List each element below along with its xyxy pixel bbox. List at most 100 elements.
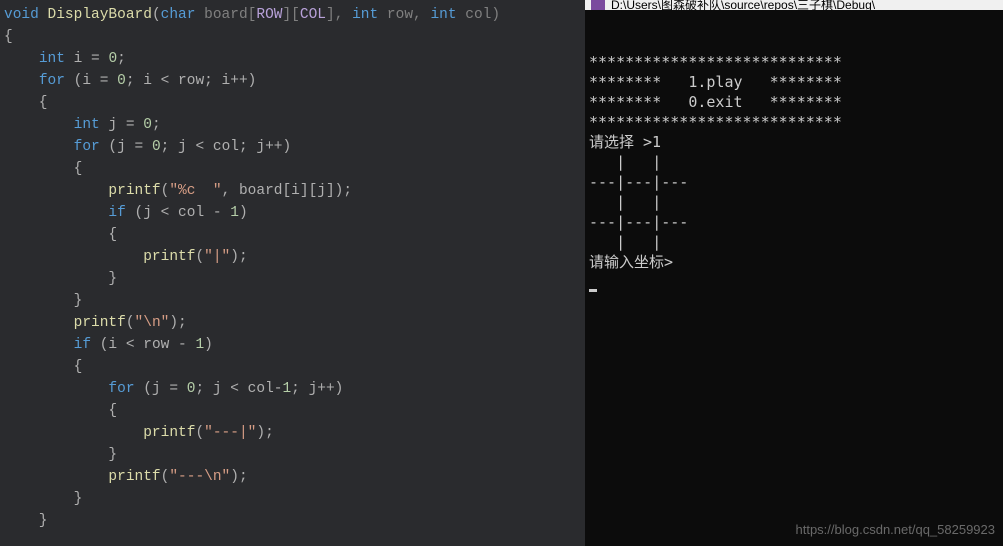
console-line: **************************** xyxy=(589,52,999,72)
code-line[interactable]: printf("\n"); xyxy=(4,312,585,334)
cursor-icon xyxy=(589,289,597,292)
code-token: ); xyxy=(230,249,247,265)
console-line: ---|---|--- xyxy=(589,212,999,232)
code-line[interactable]: } xyxy=(4,268,585,290)
code-token: ][ xyxy=(282,7,299,23)
code-token: { xyxy=(4,29,13,45)
code-token: DisplayBoard xyxy=(48,7,152,23)
code-token xyxy=(4,381,108,397)
watermark: https://blog.csdn.net/qq_58259923 xyxy=(796,520,996,540)
code-token xyxy=(4,249,143,265)
code-token: ( xyxy=(195,425,204,441)
code-line[interactable]: for (i = 0; i < row; i++) xyxy=(4,70,585,92)
code-token xyxy=(4,469,108,485)
code-token: j = xyxy=(100,117,144,133)
code-token: "---|" xyxy=(204,425,256,441)
code-line[interactable]: for (j = 0; j < col; j++) xyxy=(4,136,585,158)
code-token: printf xyxy=(143,425,195,441)
code-token xyxy=(4,315,74,331)
code-token: (j < col - xyxy=(126,205,230,221)
console-window: D:\Users\图森破补队\source\repos\三子棋\Debug\ *… xyxy=(585,0,1003,546)
app-icon xyxy=(591,0,605,10)
code-token: } xyxy=(4,513,48,529)
code-token: ; j < col- xyxy=(195,381,282,397)
code-line[interactable]: int j = 0; xyxy=(4,114,585,136)
code-token: ], xyxy=(326,7,352,23)
code-line[interactable]: { xyxy=(4,224,585,246)
code-line[interactable]: } xyxy=(4,444,585,466)
console-title: D:\Users\图森破补队\source\repos\三子棋\Debug\ xyxy=(611,0,875,10)
console-line: | | xyxy=(589,232,999,252)
console-line: 请输入坐标> xyxy=(589,252,999,272)
code-token: ) xyxy=(204,337,213,353)
code-token: } xyxy=(4,447,117,463)
code-token: { xyxy=(4,161,82,177)
code-token: int xyxy=(430,7,456,23)
code-token: ) xyxy=(239,205,248,221)
code-token xyxy=(4,425,143,441)
code-line[interactable]: printf("---\n"); xyxy=(4,466,585,488)
console-line: ******** 1.play ******** xyxy=(589,72,999,92)
code-token: { xyxy=(4,227,117,243)
code-token: ); xyxy=(169,315,186,331)
code-token: row, xyxy=(378,7,430,23)
code-token: "\n" xyxy=(135,315,170,331)
code-line[interactable]: { xyxy=(4,92,585,114)
console-line: ******** 0.exit ******** xyxy=(589,92,999,112)
code-line[interactable]: if (j < col - 1) xyxy=(4,202,585,224)
code-line[interactable]: } xyxy=(4,488,585,510)
code-token xyxy=(4,337,74,353)
code-token: ( xyxy=(195,249,204,265)
code-line[interactable]: printf("|"); xyxy=(4,246,585,268)
code-token: ROW xyxy=(256,7,282,23)
code-token: ; i < row; i++) xyxy=(126,73,257,89)
code-token xyxy=(4,117,74,133)
console-titlebar[interactable]: D:\Users\图森破补队\source\repos\三子棋\Debug\ xyxy=(585,0,1003,10)
code-token: "%c " xyxy=(169,183,221,199)
code-token: "|" xyxy=(204,249,230,265)
code-line[interactable]: { xyxy=(4,158,585,180)
code-token: for xyxy=(74,139,100,155)
code-token: char xyxy=(161,7,196,23)
code-line[interactable]: void DisplayBoard(char board[ROW][COL], … xyxy=(4,4,585,26)
console-line: ---|---|--- xyxy=(589,172,999,192)
console-line: **************************** xyxy=(589,112,999,132)
code-token: i = xyxy=(65,51,109,67)
code-token: ); xyxy=(230,469,247,485)
code-token: printf xyxy=(74,315,126,331)
code-token: board[ xyxy=(195,7,256,23)
code-token: { xyxy=(4,403,117,419)
code-token: col) xyxy=(457,7,501,23)
console-output[interactable]: ************************************ 1.p… xyxy=(585,10,1003,294)
code-token: 1 xyxy=(230,205,239,221)
code-token: 1 xyxy=(195,337,204,353)
console-cursor-line[interactable] xyxy=(589,272,999,292)
code-token: for xyxy=(108,381,134,397)
code-token: printf xyxy=(108,469,160,485)
code-token: for xyxy=(39,73,65,89)
code-editor[interactable]: void DisplayBoard(char board[ROW][COL], … xyxy=(0,0,585,546)
code-token: "---\n" xyxy=(169,469,230,485)
code-token: printf xyxy=(143,249,195,265)
code-line[interactable]: printf("---|"); xyxy=(4,422,585,444)
code-token: if xyxy=(74,337,91,353)
code-token: COL xyxy=(300,7,326,23)
code-line[interactable]: for (j = 0; j < col-1; j++) xyxy=(4,378,585,400)
code-line[interactable]: { xyxy=(4,26,585,48)
code-line[interactable]: if (i < row - 1) xyxy=(4,334,585,356)
code-line[interactable]: } xyxy=(4,290,585,312)
code-token: 0 xyxy=(108,51,117,67)
code-token xyxy=(4,73,39,89)
code-token xyxy=(4,51,39,67)
console-line: | | xyxy=(589,152,999,172)
code-token: { xyxy=(4,95,48,111)
code-line[interactable]: printf("%c ", board[i][j]); xyxy=(4,180,585,202)
code-token: ; xyxy=(152,117,161,133)
code-token: (i = xyxy=(65,73,117,89)
code-line[interactable]: } xyxy=(4,510,585,532)
code-token: int xyxy=(74,117,100,133)
code-line[interactable]: int i = 0; xyxy=(4,48,585,70)
code-token: } xyxy=(4,491,82,507)
code-line[interactable]: { xyxy=(4,356,585,378)
code-line[interactable]: { xyxy=(4,400,585,422)
